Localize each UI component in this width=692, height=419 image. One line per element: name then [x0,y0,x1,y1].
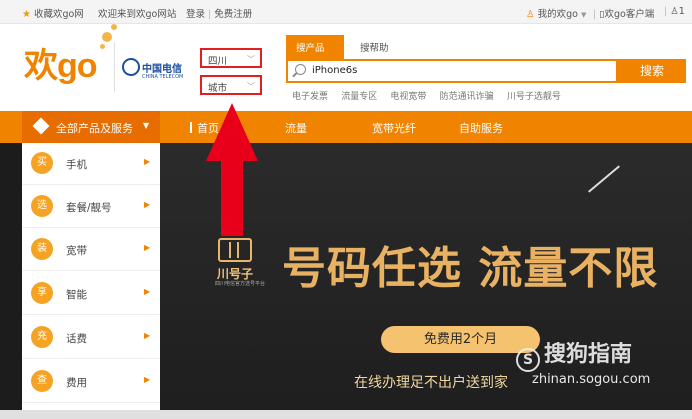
page-left-edge [0,143,22,419]
banner-headline: 号码任选 流量不限 [282,243,659,294]
sidebar-item-broadband[interactable]: 装 宽带 ▶ [22,229,160,271]
tab-search-help[interactable]: 搜帮助 [350,35,399,59]
user-icon: ♙ [526,9,535,20]
sidebar-item-bills[interactable]: 查 费用 ▶ [22,361,160,403]
site-logo[interactable]: 欢go [24,24,117,87]
search-icon [295,64,306,75]
sidebar-item-plans[interactable]: 选 套餐/靓号 ▶ [22,186,160,228]
sidebar-item-smart[interactable]: 享 智能 ▶ [22,273,160,315]
nav-broadband[interactable]: 宽带光纤 [372,120,416,136]
hot-keyword[interactable]: 电子发票 [292,92,328,102]
sogou-watermark: S 搜狗指南 [516,336,632,372]
city-select[interactable]: 城市 ﹀ [200,75,262,95]
chevron-down-icon: ﹀ [247,55,255,64]
client-link[interactable]: | ▯欢go客户端 [593,6,654,20]
province-select[interactable]: 四川 ﹀ [200,48,262,68]
tab-search-products[interactable]: 搜产品 [286,35,344,59]
top-utility-bar: ★ 收藏欢go网 欢迎来到欢go网站 登录 | 免费注册 ♙ 我的欢go ▼ | … [0,0,692,24]
welcome-text: 欢迎来到欢go网站 [98,9,177,20]
watermark-url: zhinan.sogou.com [532,372,651,387]
chevron-right-icon: ▶ [144,200,151,209]
main-nav: 全部产品及服务 ▼ 首页 流量 宽带光纤 自助服务 [0,111,692,143]
chevron-right-icon: ▶ [144,287,151,296]
sidebar-item-phones[interactable]: 买 手机 ▶ [22,143,160,185]
telecom-icon [122,58,140,76]
red-arrow-shaft [221,160,243,236]
sidebar-badge: 装 [31,238,53,260]
topbar-more[interactable]: | ♙1 [664,6,685,17]
logo-divider [114,42,115,92]
sidebar-badge: 买 [31,152,53,174]
register-link[interactable]: 免费注册 [214,9,252,20]
sidebar-badge: 查 [31,370,53,392]
hot-keyword[interactable]: 川号子选靓号 [507,92,561,102]
my-account-link[interactable]: ♙ 我的欢go ▼ [526,6,586,20]
sidebar-badge: 享 [31,282,53,304]
sidebar-badge: 选 [31,195,53,217]
chevron-right-icon: ▶ [144,375,151,384]
hot-keyword[interactable]: 电视宽带 [390,92,426,102]
banner-brand-sub: 四川电信官方选号平台 [215,281,266,287]
chevron-down-icon: ﹀ [247,82,255,91]
favorite-link[interactable]: ★ 收藏欢go网 [22,6,84,20]
nav-data[interactable]: 流量 [285,120,307,136]
chevron-down-icon: ▼ [580,11,587,19]
sidebar-item-topup[interactable]: 充 话费 ▶ [22,317,160,359]
all-products-menu[interactable]: 全部产品及服务 ▼ [22,111,160,143]
chevron-right-icon: ▶ [144,243,151,252]
login-link[interactable]: 登录 [186,9,205,20]
china-telecom-logo: 中国电信 CHINA TELECOM [122,58,183,80]
category-icon [32,117,50,135]
sidebar-badge: 充 [31,326,53,348]
browser-status-bar [0,410,692,419]
red-arrow-head [206,103,258,161]
nav-self-service[interactable]: 自助服务 [459,120,503,136]
search-button[interactable]: 搜索 [618,59,686,83]
hot-keyword[interactable]: 防范通讯诈骗 [440,92,494,102]
hot-keywords: 电子发票 流量专区 电视宽带 防范通讯诈骗 川号子选靓号 [292,89,571,102]
star-icon: ★ [22,9,31,20]
hot-keyword[interactable]: 流量专区 [341,92,377,102]
chevron-right-icon: ▶ [144,157,151,166]
category-sidebar: 买 手机 ▶ 选 套餐/靓号 ▶ 装 宽带 ▶ 享 智能 ▶ 充 话费 ▶ 查 … [22,143,160,419]
person-icon: ♙ [670,6,679,17]
sogou-s-icon: S [516,348,540,372]
chevron-right-icon: ▶ [144,331,151,340]
chevron-down-icon: ▼ [143,121,150,130]
auth-links: 登录 | 免费注册 [186,9,253,20]
chuanhaozi-logo-icon [218,238,252,262]
search-input[interactable]: iPhone6s [286,59,618,83]
banner-subtext: 在线办理足不出户送到家 [354,375,508,391]
